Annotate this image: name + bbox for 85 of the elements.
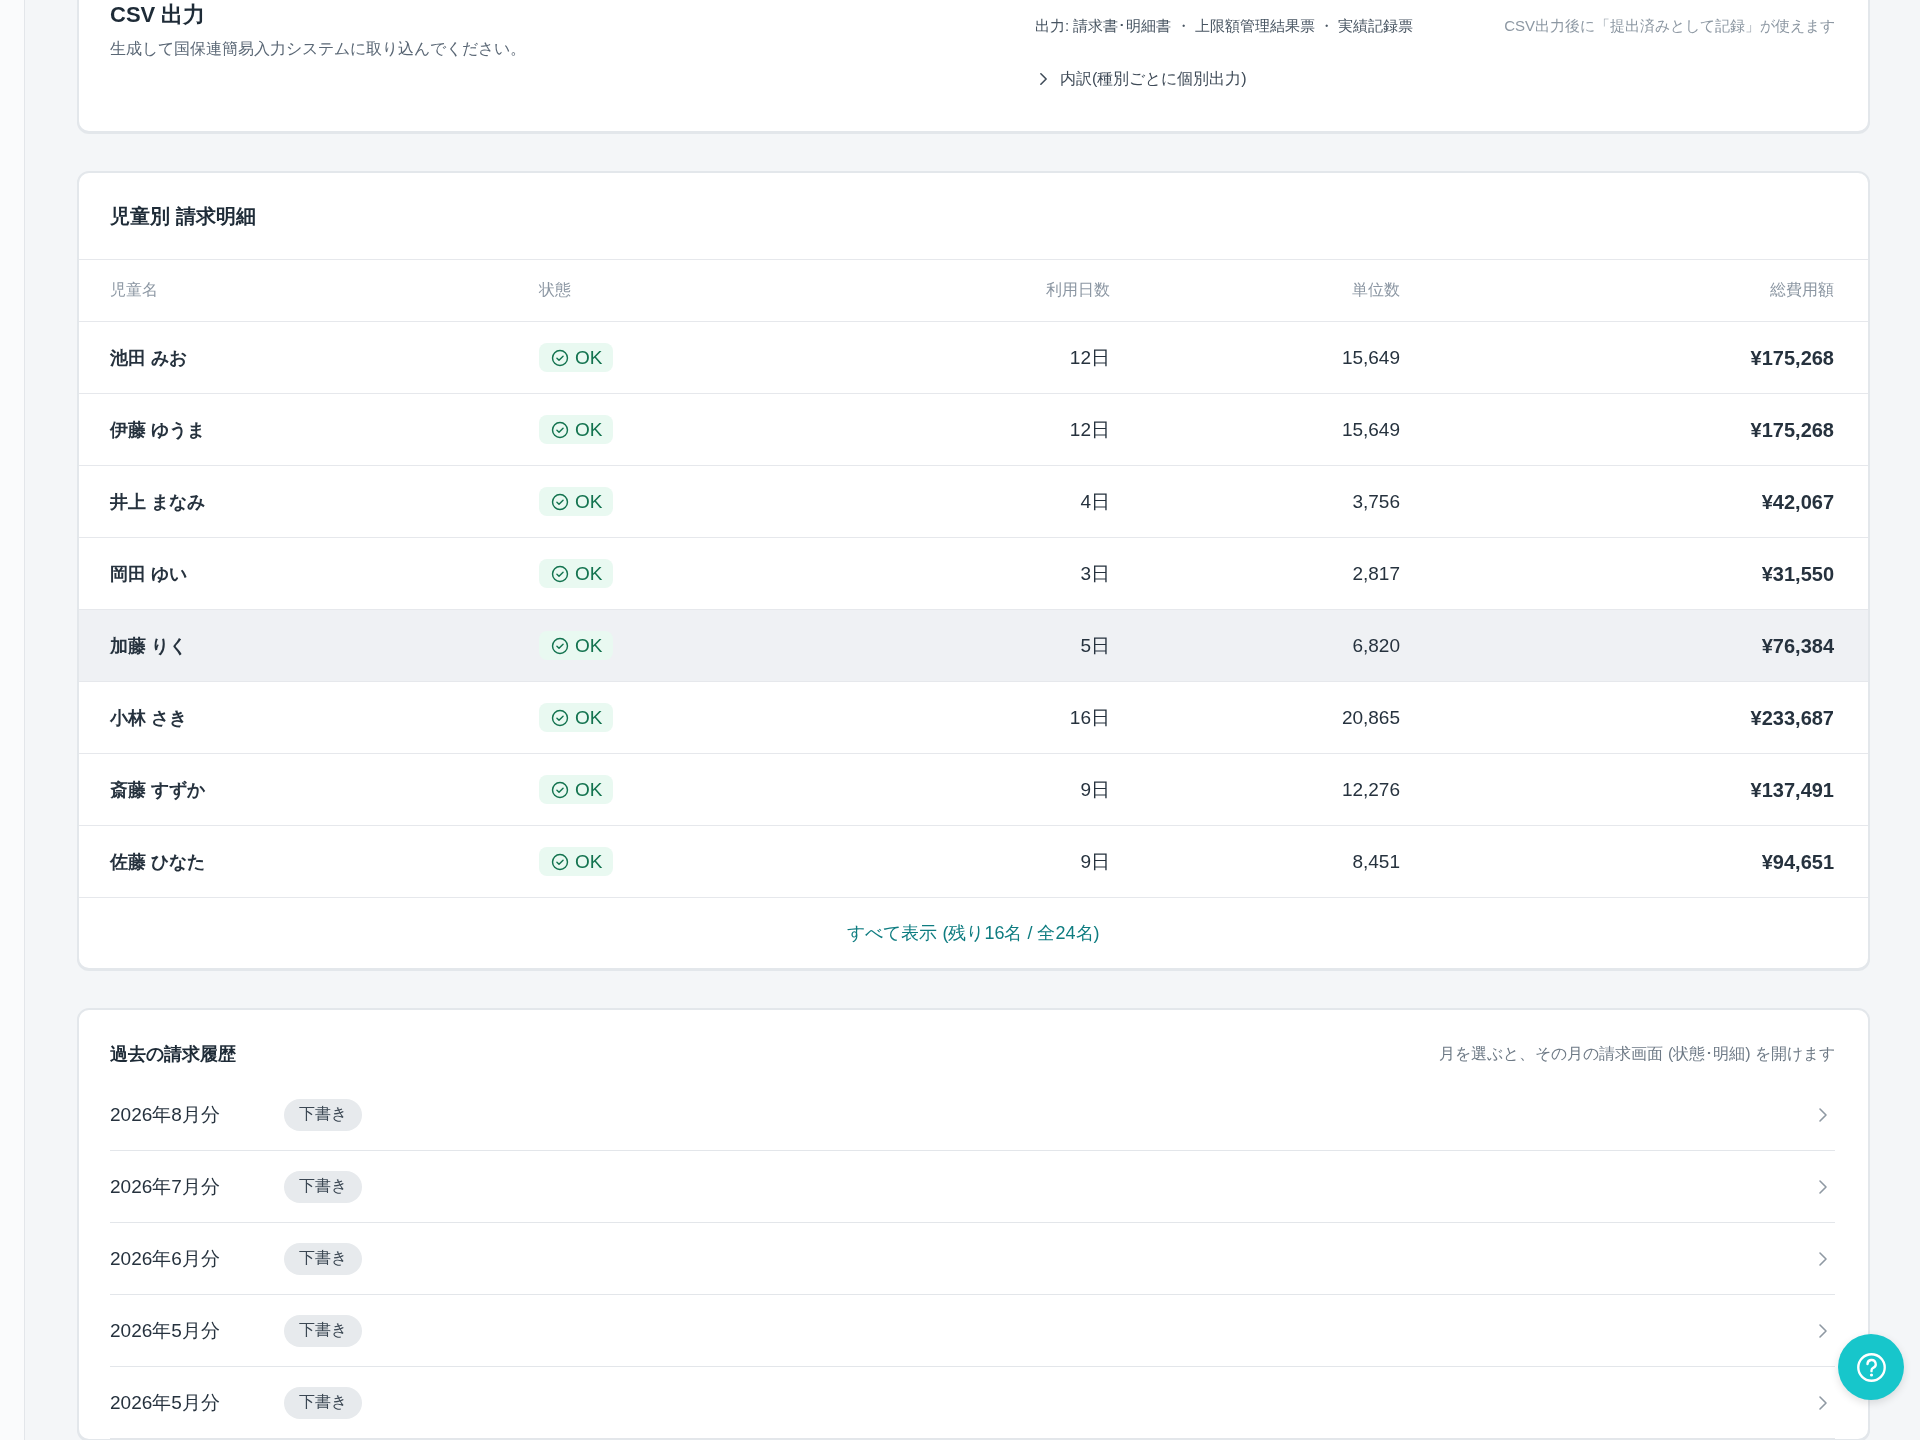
chevron-right-icon (1818, 1106, 1828, 1123)
status-badge: 下書き (284, 1314, 362, 1347)
chevron-right-icon (1818, 1250, 1828, 1267)
table-cell-text: ¥31,550 (1761, 561, 1834, 587)
table-cell-text: ¥175,268 (1750, 417, 1834, 443)
history-row[interactable]: 2026年7月分 下書き (110, 1151, 1835, 1223)
table-cell-text: ¥76,384 (1761, 633, 1834, 659)
hint-text: 月を選ぶと、その月の請求画面 (状態･明細) を開けます (1439, 1043, 1835, 1064)
table-cell-text: 5日 (1080, 633, 1110, 658)
column-header: 状態 (539, 280, 571, 300)
table-cell-text: 12日 (1069, 417, 1110, 442)
table-cell-text: 16日 (1069, 705, 1110, 730)
column-header: 単位数 (1352, 280, 1400, 300)
table-cell-text: 12日 (1069, 345, 1110, 370)
table-cell-text: 池田 みお (110, 346, 187, 370)
check-circle-icon (551, 420, 569, 439)
table-cell-text: 岡田 ゆい (110, 562, 187, 586)
chevron-right-icon (1818, 1322, 1828, 1339)
status-badge: 下書き (284, 1386, 362, 1419)
card-title: CSV 出力 (110, 2, 207, 28)
card-title: 過去の請求履歴 (110, 1043, 236, 1066)
table-cell-text: 佐藤 ひなた (110, 850, 205, 874)
chevron-right-icon (1818, 1394, 1828, 1411)
table-cell-text: 4日 (1080, 489, 1110, 514)
table-row[interactable]: 加藤 りく OK 5日 6,820 ¥76,384 (79, 610, 1868, 682)
table-cell-text: 9日 (1080, 777, 1110, 802)
status-text: OK (575, 849, 603, 874)
status-text: OK (575, 561, 603, 586)
check-circle-icon (551, 852, 569, 871)
help-icon (1855, 1351, 1887, 1383)
table-cell-text: 12,276 (1341, 777, 1400, 802)
table-cell-text: 2,817 (1352, 561, 1400, 586)
month-label: 2026年8月分 (110, 1102, 221, 1127)
table-cell-text: 小林 さき (110, 706, 187, 730)
table-cell-text: ¥233,687 (1750, 705, 1834, 731)
table-cell-text: ¥94,651 (1761, 849, 1834, 875)
check-circle-icon (551, 636, 569, 655)
table-cell-text: 斎藤 すずか (110, 778, 205, 802)
table-cell-text: ¥175,268 (1750, 345, 1834, 371)
history-row[interactable]: 2026年6月分 下書き (110, 1223, 1835, 1295)
check-circle-icon (551, 564, 569, 583)
status-text: OK (575, 417, 603, 442)
table-cell-text: 伊藤 ゆうま (110, 418, 205, 442)
column-header: 利用日数 (1046, 280, 1110, 300)
status-text: OK (575, 705, 603, 730)
check-circle-icon (551, 348, 569, 367)
table-cell-text: 6,820 (1352, 633, 1400, 658)
table-cell-text: 9日 (1080, 849, 1110, 874)
card-title: 児童別 請求明細 (110, 204, 257, 229)
table-cell-text: 3日 (1080, 561, 1110, 586)
month-label: 2026年7月分 (110, 1174, 221, 1199)
table-cell-text: ¥137,491 (1750, 777, 1834, 803)
table-cell-text: 20,865 (1341, 705, 1400, 730)
help-button[interactable] (1838, 1334, 1904, 1400)
table-cell-text: 15,649 (1341, 345, 1400, 370)
status-badge: 下書き (284, 1170, 362, 1203)
month-label: 2026年6月分 (110, 1246, 221, 1271)
history-row[interactable]: 2026年8月分 下書き (110, 1079, 1835, 1151)
table-cell-text: 15,649 (1341, 417, 1400, 442)
month-label: 2026年5月分 (110, 1318, 221, 1343)
status-text: OK (575, 489, 603, 514)
table-cell-text: 3,756 (1352, 489, 1400, 514)
table-cell-text: ¥42,067 (1761, 489, 1834, 515)
history-row[interactable]: 2026年5月分 下書き (110, 1295, 1835, 1367)
check-circle-icon (551, 492, 569, 511)
output-note: CSV出力後に「提出済みとして記録」が使えます (1504, 16, 1835, 36)
column-header: 総費用額 (1770, 280, 1834, 300)
chevron-right-icon (1818, 1178, 1828, 1195)
table-cell-text: 8,451 (1352, 849, 1400, 874)
table-cell-text: 井上 まなみ (110, 490, 205, 514)
check-circle-icon (551, 780, 569, 799)
status-text: OK (575, 345, 603, 370)
check-circle-icon (551, 708, 569, 727)
output-list: 出力: 請求書･明細書 ・ 上限額管理結果票 ・ 実績記録票 (1035, 15, 1413, 37)
status-badge: 下書き (284, 1098, 362, 1131)
breakdown-toggle[interactable]: 内訳(種別ごとに個別出力) (1039, 68, 1247, 90)
history-row[interactable]: 2026年5月分 下書き (110, 1367, 1835, 1439)
status-badge: 下書き (284, 1242, 362, 1275)
status-text: OK (575, 633, 603, 658)
month-label: 2026年5月分 (110, 1390, 221, 1415)
table-cell-text: 加藤 りく (110, 634, 187, 658)
column-header: 児童名 (110, 280, 158, 300)
show-all-link[interactable]: すべて表示 (残り16名 / 全24名) (847, 921, 1100, 945)
card-description: 生成して国保連簡易入力システムに取り込んでください。 (110, 39, 526, 59)
status-text: OK (575, 777, 603, 802)
